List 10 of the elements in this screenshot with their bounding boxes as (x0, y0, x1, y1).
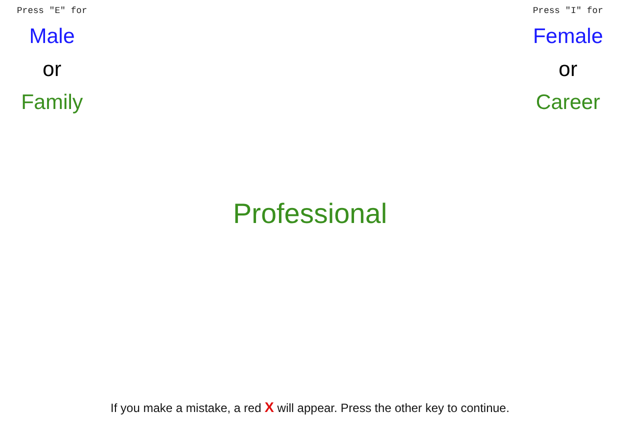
instructions-text: If you make a mistake, a red X will appear. Press the other key to continue. (110, 401, 510, 415)
stimulus-word: Professional (232, 198, 388, 230)
category-label: or (558, 57, 578, 83)
key-hint: Press "I" for (532, 6, 604, 16)
category-label: or (42, 57, 62, 83)
category-label: Family (21, 90, 83, 116)
category-label: Female (532, 24, 604, 50)
category-label: Male (29, 24, 75, 50)
category-label: Career (536, 90, 600, 116)
key-hint: Press "E" for (16, 6, 88, 16)
